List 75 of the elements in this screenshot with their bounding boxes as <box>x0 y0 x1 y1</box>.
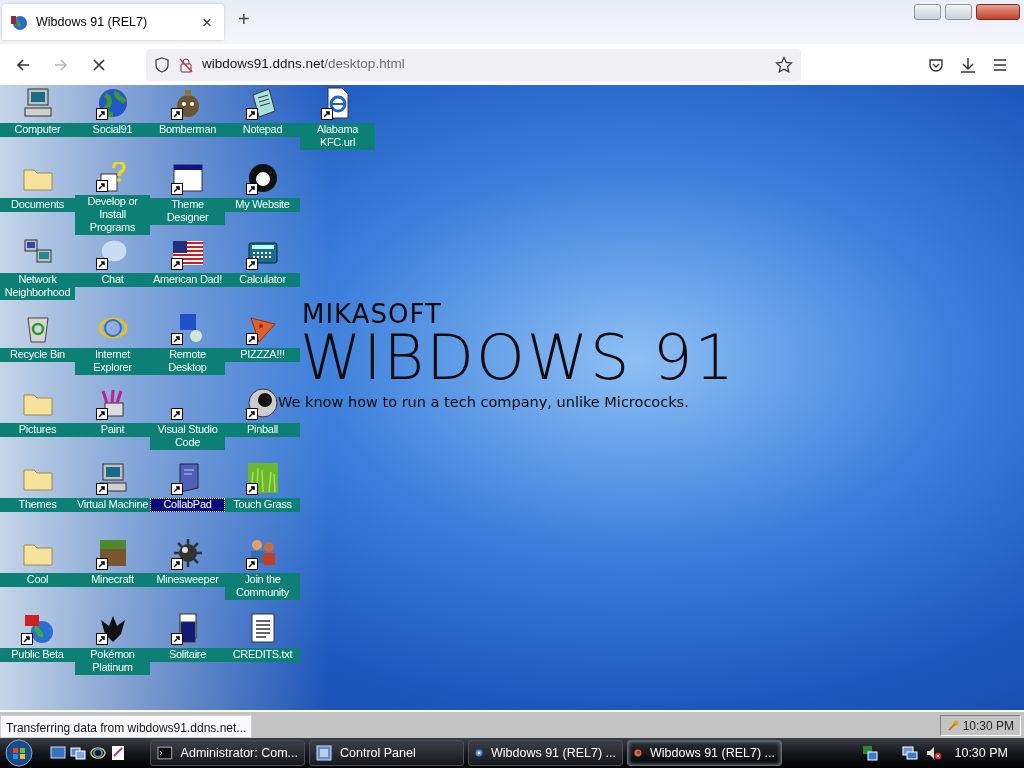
restore-button[interactable] <box>945 4 972 20</box>
icon-label[interactable]: Develop or Install Programs <box>75 195 150 235</box>
tab-close-button[interactable]: × <box>198 13 216 31</box>
star-icon[interactable] <box>775 55 793 74</box>
console-icon <box>157 745 173 761</box>
taskbar-button[interactable]: Control Panel <box>309 740 464 766</box>
insecure-lock-icon <box>178 56 194 73</box>
status-text: Transferring data from wibdows91.ddns.net... <box>0 715 253 738</box>
icon-label[interactable]: Network Neighborhood <box>0 273 75 300</box>
icon-label[interactable]: Notepad <box>225 123 300 137</box>
icon-label[interactable]: Social91 <box>75 123 150 137</box>
icon-label[interactable]: Pinball <box>225 423 300 437</box>
logo-tagline: We know how to run a tech company, unlike Micrococks. <box>278 393 690 412</box>
icon-label[interactable]: CollabPad <box>150 498 225 512</box>
taskbar-button[interactable]: Wibdows 91 (REL7) ... <box>468 740 623 766</box>
icon-label[interactable]: Minecraft <box>75 573 150 587</box>
start-orb-icon[interactable] <box>4 738 34 768</box>
icon-label[interactable]: Computer <box>0 123 75 137</box>
tray-clock: 10:30 PM <box>962 717 1014 735</box>
panel-icon <box>316 745 332 761</box>
url-text: wibdows91.ddns.net/desktop.html <box>202 55 405 74</box>
window-icon[interactable] <box>171 162 204 194</box>
taskbar-button[interactable]: Administrator: Com... <box>150 740 305 766</box>
back-arrow-icon <box>15 56 31 73</box>
icon-label[interactable]: Themes <box>0 498 75 512</box>
close-button[interactable] <box>976 4 1020 20</box>
desktop-icon[interactable] <box>50 745 66 761</box>
icon-label[interactable]: Remote Desktop <box>150 348 225 375</box>
logo-brand: MIKASOFT <box>302 300 443 328</box>
icon-label[interactable]: PIZZZA!!! <box>225 348 300 362</box>
pocket-icon[interactable] <box>928 56 944 73</box>
icon-label[interactable]: Visual Studio Code <box>150 423 225 450</box>
ring-icon[interactable] <box>90 745 106 761</box>
windows-icon[interactable] <box>70 745 86 761</box>
forward-arrow-icon <box>53 56 69 73</box>
key-icon <box>946 719 959 732</box>
globe-icon <box>10 13 28 31</box>
download-icon[interactable] <box>960 56 976 73</box>
icon-label[interactable]: Calculator <box>225 273 300 287</box>
icon-label[interactable]: CREDITS.txt <box>225 648 300 662</box>
icon-label[interactable]: Bomberman <box>150 123 225 137</box>
document-icon[interactable] <box>110 745 126 761</box>
icon-label[interactable]: Cool <box>0 573 75 587</box>
icon-label[interactable]: My Website <box>225 198 300 212</box>
icon-label[interactable]: Chat <box>75 273 150 287</box>
menu-icon[interactable] <box>992 56 1008 73</box>
icon-label[interactable]: Alabama KFC.url <box>300 123 375 150</box>
network-icon <box>862 745 879 761</box>
icon-label[interactable]: Touch Grass <box>225 498 300 512</box>
icon-label[interactable]: Paint <box>75 423 150 437</box>
icon-label[interactable]: American Dad! <box>150 273 225 287</box>
taskbar-button[interactable]: Wibdows 91 (REL7) ... <box>627 740 782 766</box>
tab-title: Wibdows 91 (REL7) <box>36 13 149 31</box>
muted-speaker-icon <box>926 745 943 761</box>
shield-icon <box>154 56 170 73</box>
icon-label[interactable]: Pokémon Platinum <box>75 648 150 675</box>
icon-label[interactable]: Pictures <box>0 423 75 437</box>
icon-label[interactable]: Join the Community <box>225 573 300 600</box>
stop-x-icon <box>91 56 107 73</box>
minimize-button[interactable] <box>914 4 941 20</box>
network-icon <box>902 745 919 761</box>
new-tab-button[interactable]: + <box>232 8 256 30</box>
icon-label[interactable]: Virtual Machine <box>75 498 150 512</box>
icon-label[interactable]: Internet Explorer <box>75 348 150 375</box>
clock: 10:30 PM <box>954 744 1008 762</box>
browser-tab[interactable]: Wibdows 91 (REL7) × <box>2 4 224 40</box>
icon-label[interactable]: Documents <box>0 198 75 212</box>
logo-title: WIBDOWS 91 <box>300 328 736 388</box>
computer-icon[interactable] <box>96 462 129 494</box>
icon-label[interactable]: Public Beta <box>0 648 75 662</box>
icon-label[interactable]: Solitaire <box>150 648 225 662</box>
address-bar[interactable]: wibdows91.ddns.net/desktop.html <box>146 48 801 81</box>
icon-label[interactable]: Minesweeper <box>150 573 225 587</box>
icon-label[interactable]: Recycle Bin <box>0 348 75 362</box>
icon-label[interactable]: Theme Designer <box>150 198 225 225</box>
